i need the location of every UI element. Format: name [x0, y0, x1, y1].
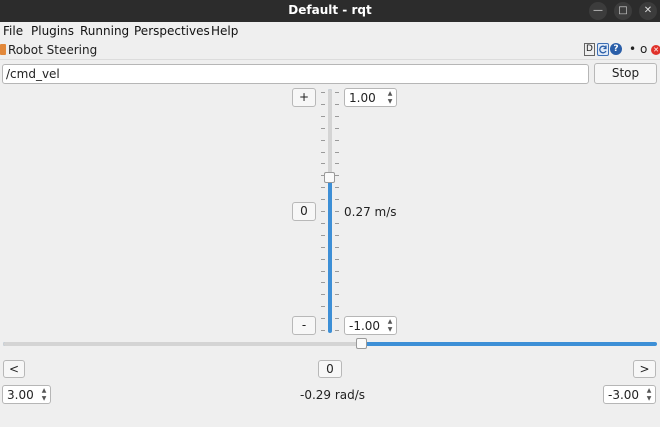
- slider-tick: [321, 306, 325, 307]
- linear-slider-track-empty[interactable]: [328, 89, 332, 178]
- slider-tick: [335, 223, 339, 224]
- linear-minus-button[interactable]: -: [292, 316, 316, 335]
- menu-plugins[interactable]: Plugins: [31, 24, 74, 38]
- stop-button[interactable]: Stop: [594, 63, 657, 84]
- reload-icon[interactable]: [597, 43, 609, 56]
- slider-tick: [335, 235, 339, 236]
- slider-tick: [321, 294, 325, 295]
- slider-tick: [335, 152, 339, 153]
- slider-tick: [321, 330, 325, 331]
- slider-tick: [335, 259, 339, 260]
- slider-tick: [335, 211, 339, 212]
- linear-max-value: 1.00: [349, 91, 376, 105]
- slider-tick: [335, 128, 339, 129]
- slider-tick: [321, 163, 325, 164]
- plugin-close-icon[interactable]: ✕: [651, 45, 660, 55]
- angular-max-spinbox[interactable]: 3.00 ▲ ▼: [2, 385, 51, 404]
- slider-tick: [321, 282, 325, 283]
- topic-value: /cmd_vel: [6, 67, 60, 81]
- slider-tick: [321, 199, 325, 200]
- linear-plus-button[interactable]: +: [292, 88, 316, 107]
- angular-min-value: -3.00: [608, 388, 640, 402]
- slider-tick: [321, 187, 325, 188]
- angular-slider-handle[interactable]: [356, 338, 367, 349]
- spin-arrows-icon[interactable]: ▲ ▼: [645, 387, 653, 403]
- slider-tick: [321, 271, 325, 272]
- slider-tick: [335, 271, 339, 272]
- window-title: Default - rqt: [288, 3, 372, 17]
- slider-tick: [321, 116, 325, 117]
- menu-running[interactable]: Running: [80, 24, 129, 38]
- window-titlebar: Default - rqt — □ ✕: [0, 0, 660, 22]
- slider-tick: [335, 92, 339, 93]
- slider-tick: [335, 294, 339, 295]
- slider-tick: [321, 92, 325, 93]
- slider-tick: [335, 175, 339, 176]
- plugin-icon: [0, 44, 6, 55]
- slider-tick: [335, 318, 339, 319]
- slider-tick: [335, 330, 339, 331]
- menu-file[interactable]: File: [3, 24, 23, 38]
- slider-tick: [321, 140, 325, 141]
- close-icon[interactable]: ✕: [639, 2, 657, 20]
- spin-arrows-icon[interactable]: ▲ ▼: [386, 90, 394, 106]
- float-icon[interactable]: o: [640, 42, 647, 56]
- slider-tick: [321, 223, 325, 224]
- slider-tick: [321, 211, 325, 212]
- slider-tick: [335, 163, 339, 164]
- angular-right-button[interactable]: >: [633, 360, 656, 378]
- slider-tick: [335, 247, 339, 248]
- angular-max-value: 3.00: [7, 388, 34, 402]
- angular-min-spinbox[interactable]: -3.00 ▲ ▼: [603, 385, 656, 404]
- slider-tick: [321, 152, 325, 153]
- slider-tick: [321, 318, 325, 319]
- minimize-icon[interactable]: —: [589, 2, 607, 20]
- angular-left-button[interactable]: <: [3, 360, 25, 378]
- slider-tick: [335, 306, 339, 307]
- menu-bar: File Plugins Running Perspectives Help: [0, 22, 660, 42]
- spin-arrows-icon[interactable]: ▲ ▼: [40, 387, 48, 403]
- angular-slider-track-empty[interactable]: [3, 342, 362, 346]
- angular-zero-button[interactable]: 0: [318, 360, 342, 378]
- linear-min-spinbox[interactable]: -1.00 ▲ ▼: [344, 316, 397, 335]
- spin-arrows-icon[interactable]: ▲ ▼: [386, 318, 394, 334]
- help-icon[interactable]: ?: [610, 43, 622, 55]
- undock-icon[interactable]: •: [629, 42, 636, 56]
- slider-tick: [335, 199, 339, 200]
- linear-zero-button[interactable]: 0: [292, 202, 316, 221]
- plugin-title: Robot Steering: [8, 43, 98, 57]
- slider-tick: [335, 282, 339, 283]
- topic-input[interactable]: /cmd_vel: [2, 64, 589, 84]
- angular-current-label: -0.29 rad/s: [300, 388, 366, 402]
- slider-tick: [335, 116, 339, 117]
- slider-tick: [335, 140, 339, 141]
- linear-slider-handle[interactable]: [324, 172, 335, 183]
- linear-max-spinbox[interactable]: 1.00 ▲ ▼: [344, 88, 397, 107]
- slider-tick: [335, 187, 339, 188]
- slider-tick: [321, 128, 325, 129]
- slider-tick: [321, 235, 325, 236]
- slider-tick: [335, 104, 339, 105]
- dock-toggle-icon[interactable]: D: [584, 43, 595, 56]
- menu-help[interactable]: Help: [211, 24, 238, 38]
- plugin-header: Robot Steering D ? • o ✕: [0, 42, 660, 60]
- slider-tick: [321, 259, 325, 260]
- linear-current-label: 0.27 m/s: [344, 205, 397, 219]
- linear-min-value: -1.00: [349, 319, 381, 333]
- slider-tick: [321, 247, 325, 248]
- slider-tick: [321, 104, 325, 105]
- menu-perspectives[interactable]: Perspectives: [134, 24, 210, 38]
- maximize-icon[interactable]: □: [614, 2, 632, 20]
